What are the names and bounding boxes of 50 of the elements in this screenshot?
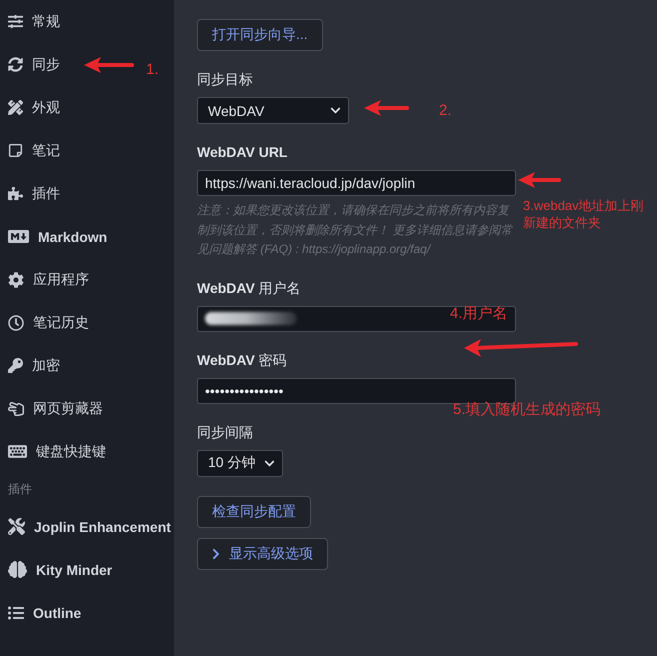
sidebar-item[interactable]: 同步 — [0, 43, 60, 86]
tools-icon — [8, 518, 25, 535]
list-icon — [8, 604, 24, 620]
sidebar-item[interactable]: Joplin Enhancement — [0, 505, 171, 548]
sidebar-item[interactable]: 应用程序 — [0, 258, 89, 301]
advanced-options-button[interactable]: 显示高级选项 — [197, 538, 328, 570]
clock-icon — [8, 314, 24, 330]
chevron-down-icon — [264, 458, 275, 468]
sidebar-item[interactable]: 网页剪藏器 — [0, 387, 103, 430]
sliders-icon — [8, 14, 23, 29]
annotation-text: 4.用户名 — [450, 304, 508, 324]
field-label: WebDAV URL — [197, 143, 288, 161]
keyboard-icon — [8, 442, 27, 461]
chevron-down-icon — [330, 105, 341, 116]
field-label: 同步目标 — [197, 70, 253, 88]
sidebar-item[interactable]: 键盘快捷键 — [0, 430, 106, 473]
dropdown[interactable]: 10 分钟 — [197, 450, 283, 476]
puzzle-icon — [8, 186, 23, 201]
annotation-text: 3.webdav地址加上刚新建的文件夹 — [523, 198, 645, 232]
sync-icon — [8, 57, 23, 72]
pointer-arrow — [364, 100, 409, 116]
gear-icon — [8, 272, 24, 288]
field-label: WebDAV 密码 — [197, 350, 287, 368]
sidebar-item[interactable]: 加密 — [0, 344, 60, 387]
sidebar-item[interactable]: 插件 — [0, 172, 60, 215]
hand-icon — [8, 400, 24, 416]
hint-text: 注意：如果您更改该位置，请确保在同步之前将所有内容复制到该位置，否则将删除所有文件！ 更多详细信息请参阅常见问题解答 (FAQ) : https://joplinapp.org/faq/ — [197, 202, 514, 258]
sidebar-item[interactable]: Markdown — [0, 215, 108, 258]
check-sync-button[interactable]: 检查同步配置 — [197, 496, 311, 528]
dropdown[interactable]: WebDAV — [197, 97, 349, 124]
key-icon — [8, 358, 23, 373]
brain-icon — [8, 560, 27, 579]
sidebar-item[interactable]: 常规 — [0, 0, 60, 43]
field-label: WebDAV 用户名 — [197, 278, 301, 296]
section-heading: 插件 — [7, 480, 32, 498]
field-label: 同步间隔 — [197, 422, 253, 440]
input-field[interactable] — [197, 306, 516, 332]
sidebar-item[interactable]: Kity Minder — [0, 548, 112, 591]
annotation-text: 1. — [146, 60, 159, 80]
sidebar-item[interactable]: Outline — [0, 591, 82, 634]
input-field[interactable]: https://wani.teracloud.jp/dav/joplin — [197, 170, 516, 196]
note-icon — [8, 143, 23, 158]
pointer-arrow — [84, 57, 134, 73]
sidebar-item[interactable]: 笔记历史 — [0, 301, 89, 344]
sync-wizard-button[interactable]: 打开同步向导... — [197, 19, 323, 51]
sidebar-item[interactable]: 外观 — [0, 86, 60, 129]
annotation-text: 2. — [439, 101, 452, 120]
pointer-arrow — [518, 172, 561, 188]
pencil-ruler-icon — [8, 100, 23, 115]
sidebar-item[interactable]: 笔记 — [0, 129, 60, 172]
